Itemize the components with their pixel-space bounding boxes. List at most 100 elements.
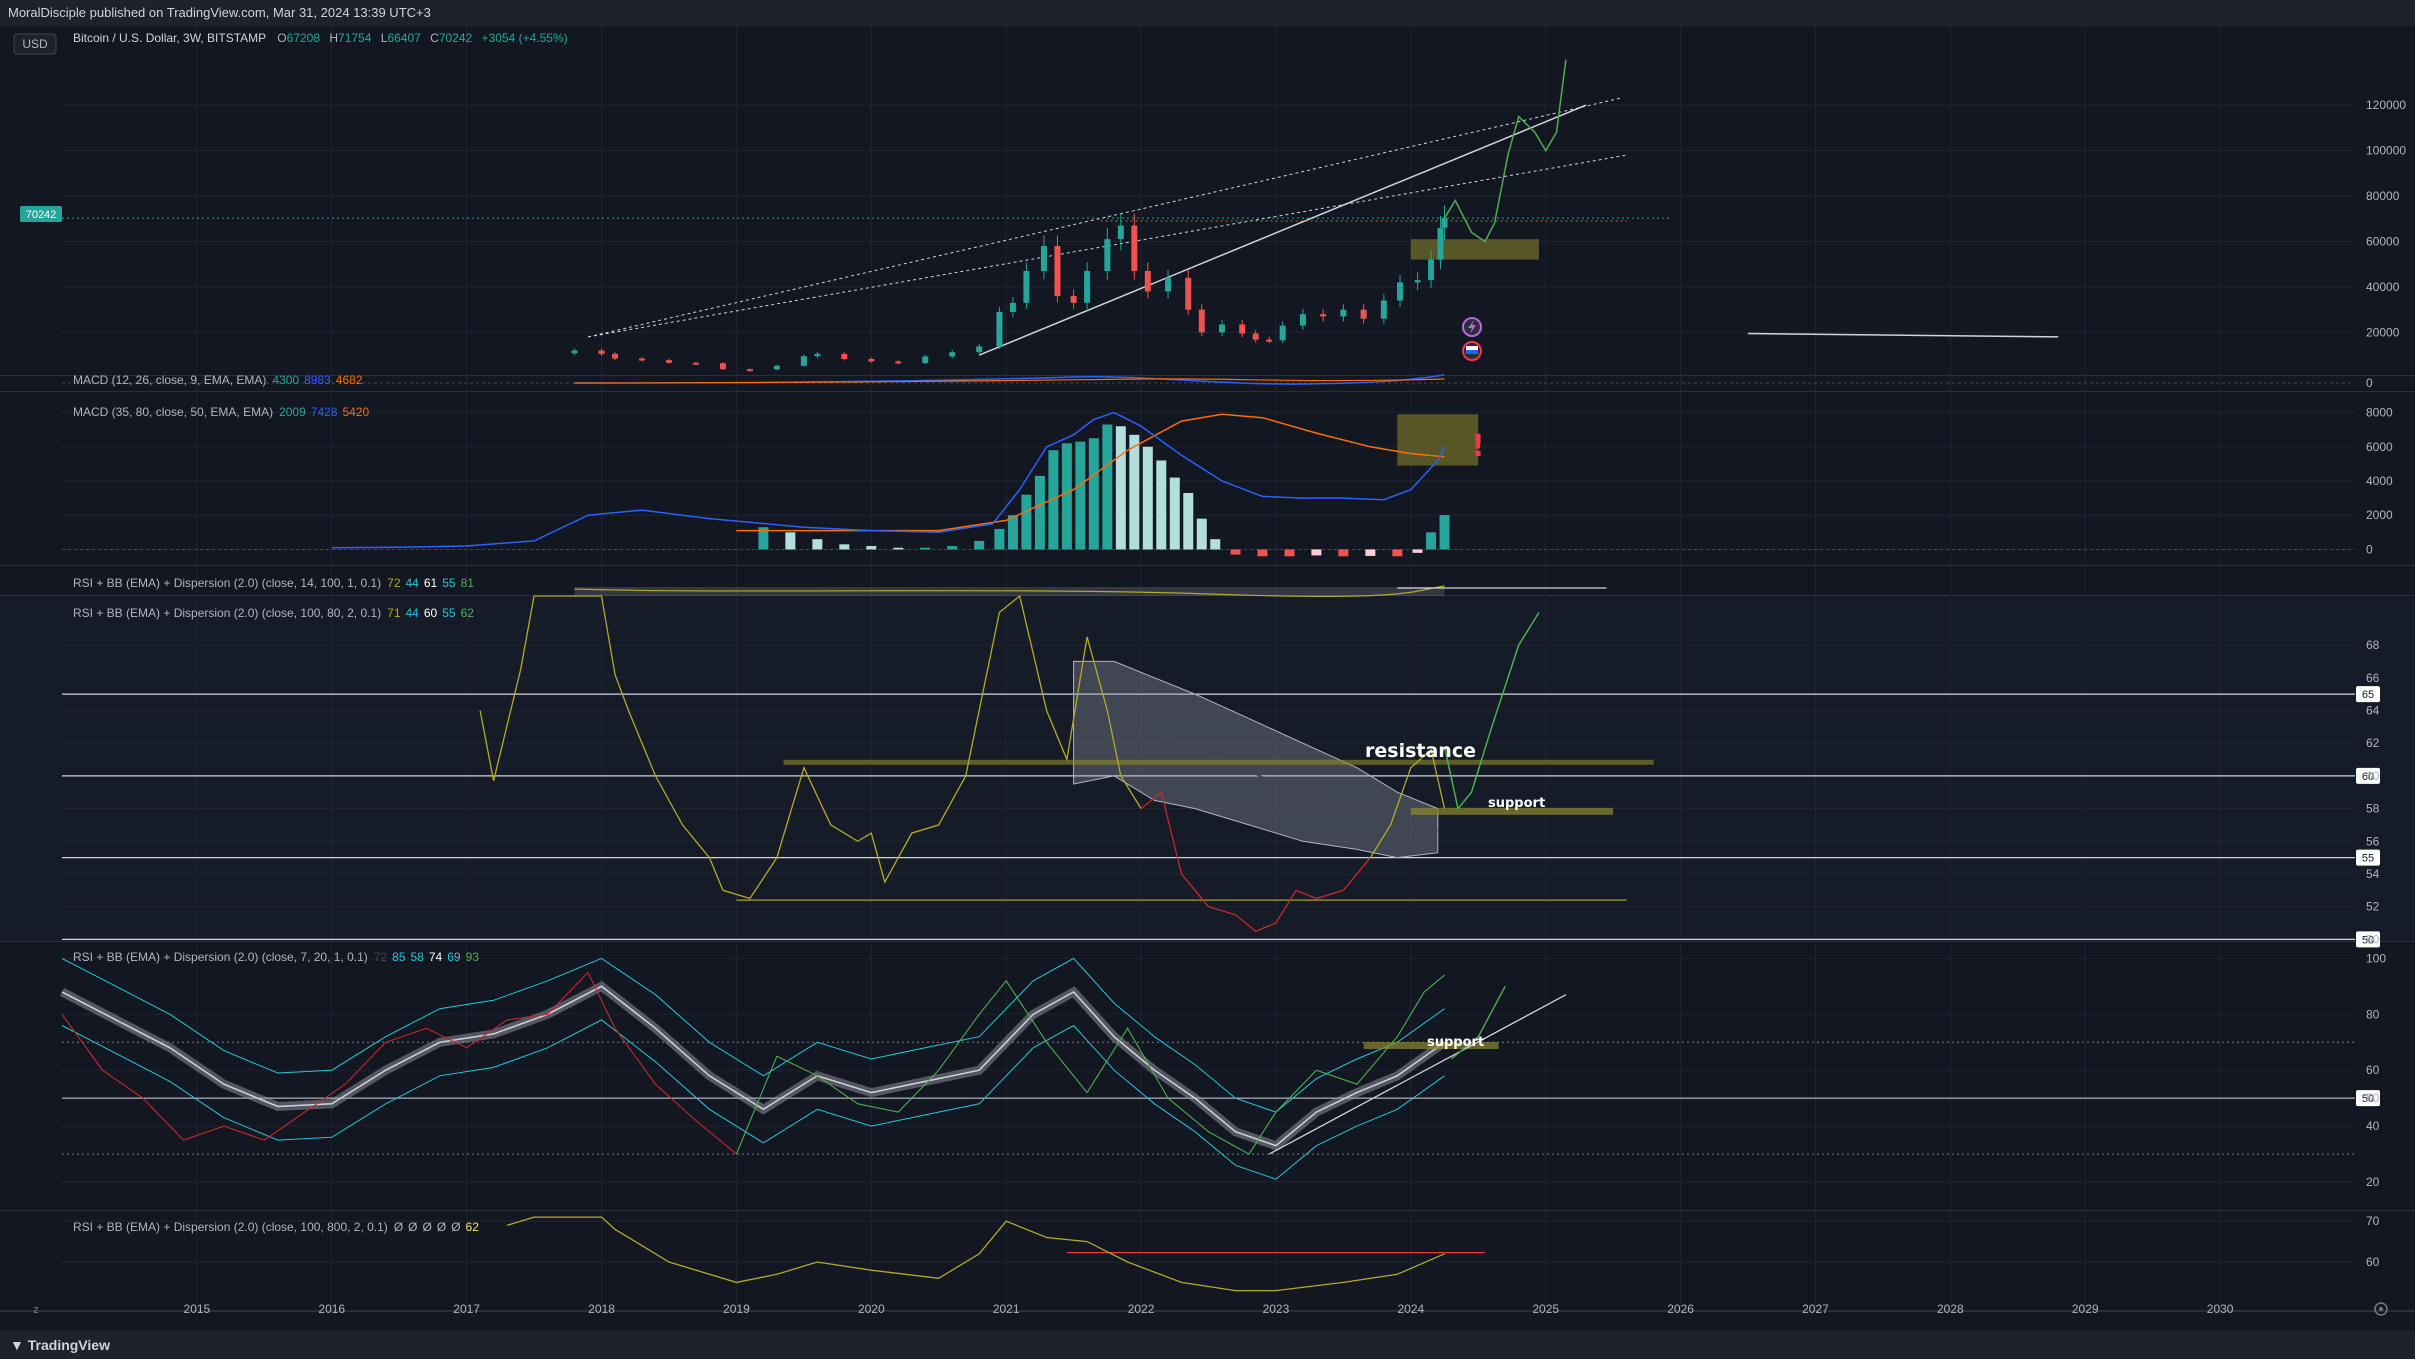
candle-8 [773,365,780,370]
macd2-hist-19 [1129,434,1140,550]
macd2-hist-33 [1412,549,1423,553]
price-zone-0 [1410,239,1539,260]
candle-18 [1009,302,1016,312]
macd2-hist-22 [1169,477,1180,550]
y-tick-4-66: 66 [2366,671,2380,685]
y-tick-5-80: 80 [2366,1007,2380,1021]
publisher-bar: MoralDisciple published on TradingView.c… [0,0,2415,26]
y-tick-1-0: 0 [2366,376,2373,390]
macd2-hist-32 [1392,549,1403,557]
indicator-title-macd-1[interactable]: MACD (12, 26, close, 9, EMA, EMA) 4300 898… [73,373,363,387]
pane-bg-0 [0,26,2415,376]
candle-31 [1218,324,1225,333]
x-tick-2016: 2016 [318,1302,345,1316]
macd2-hist-4 [866,546,877,550]
y-tick-0-80000: 80000 [2366,189,2400,203]
candle-42 [1414,280,1421,283]
x-tick-2020: 2020 [858,1302,885,1316]
candle-21 [1054,246,1061,296]
candle-29 [1185,277,1192,310]
close-value: 70242 [439,31,473,45]
candle-27 [1144,271,1151,292]
y-tick-4-50: 50 [2366,932,2380,946]
x-tick-2025: 2025 [1532,1302,1559,1316]
macd2-hist-10 [1007,515,1018,550]
candle-35 [1279,325,1286,341]
x-tick-2022: 2022 [1128,1302,1155,1316]
candle-11 [841,353,848,359]
candle-40 [1380,300,1387,319]
y-tick-5-100: 100 [2366,951,2386,965]
chart-canvas[interactable]: 65 60 55 50 50 2015 2016 2017 2018 2019 2020 2021 2… [0,26,2415,1331]
macd2-hist-11 [1021,494,1032,550]
flag-event-icon[interactable] [1462,341,1482,361]
macd2-hist-8 [974,540,985,550]
y-tick-2-8000: 8000 [2366,406,2393,420]
candle-17 [996,311,1003,347]
y-tick-4-62: 62 [2366,736,2380,750]
macd2-hist-5 [893,547,904,550]
candle-6 [719,363,726,370]
x-tick-2030: 2030 [2207,1302,2234,1316]
support-annotation-rsi-7: support [1427,1035,1484,1050]
y-tick-6-60: 60 [2366,1255,2380,1269]
last-price-label: 70242 [26,209,57,221]
x-tick-2019: 2019 [723,1302,750,1316]
open-value: 67208 [287,31,321,45]
macd2-hist-27 [1257,549,1268,557]
macd2-hist-16 [1088,438,1099,550]
candle-37 [1320,314,1327,317]
macd2-hist-23 [1183,492,1194,550]
macd2-hist-20 [1142,446,1153,550]
candle-22 [1070,296,1077,303]
indicator-title-macd-2[interactable]: MACD (35, 80, close, 50, EMA, EMA) 2009 74… [73,405,369,419]
indicator-title-rsi-2[interactable]: RSI + BB (EMA) + Dispersion (2.0) (close… [73,606,474,620]
y-tick-0-40000: 40000 [2366,280,2400,294]
indicator-title-rsi-3[interactable]: RSI + BB (EMA) + Dispersion (2.0) (close… [73,950,479,964]
candle-28 [1165,277,1172,292]
y-tick-4-64: 64 [2366,703,2380,717]
macd2-hist-2 [812,539,823,550]
candle-26 [1131,225,1138,271]
footer-bar: ▼ TradingView [0,1331,2415,1359]
macd2-hist-1 [785,532,796,550]
zoom-z-icon[interactable]: z [33,1304,39,1316]
candle-9 [800,356,807,366]
macd2-hist-17 [1102,424,1113,550]
candle-33 [1252,333,1259,340]
rsi100-resistance-bar [783,759,1654,765]
pane-bg-5 [0,942,2415,1211]
indicator-title-rsi-1[interactable]: RSI + BB (EMA) + Dispersion (2.0) (close… [73,576,474,590]
currency-button[interactable]: USD [13,33,57,55]
macd2-hist-25 [1210,539,1221,550]
y-tick-0-20000: 20000 [2366,325,2400,339]
y-tick-2-0: 0 [2366,542,2373,556]
candle-44 [1437,227,1444,260]
resistance-annotation: resistance [1365,740,1476,762]
y-tick-4-56: 56 [2366,834,2380,848]
candle-1 [598,350,605,354]
macd2-hist-24 [1196,518,1207,550]
tradingview-logo[interactable]: ▼ TradingView [10,1337,110,1353]
candle-41 [1397,282,1404,301]
low-value: 66407 [387,31,421,45]
high-value: 71754 [338,31,372,45]
x-tick-2021: 2021 [993,1302,1020,1316]
change-value: +3054 (+4.55%) [482,31,568,45]
x-tick-2026: 2026 [1667,1302,1694,1316]
lightning-event-icon[interactable] [1462,317,1482,337]
candle-14 [922,356,929,364]
y-tick-4-52: 52 [2366,900,2380,914]
y-tick-2-2000: 2000 [2366,508,2393,522]
tradingview-logo-icon: ▼ [10,1337,28,1353]
candle-30 [1198,309,1205,333]
currency-label: USD [22,37,48,51]
candle-43 [1428,259,1435,281]
candle-3 [638,358,645,361]
x-tick-2029: 2029 [2072,1302,2099,1316]
macd2-zone-0 [1397,414,1479,466]
macd2-hist-21 [1156,460,1167,550]
macd2-hist-30 [1338,549,1349,557]
last-price-tag: 70242 [20,206,62,222]
candle-25 [1117,225,1124,240]
